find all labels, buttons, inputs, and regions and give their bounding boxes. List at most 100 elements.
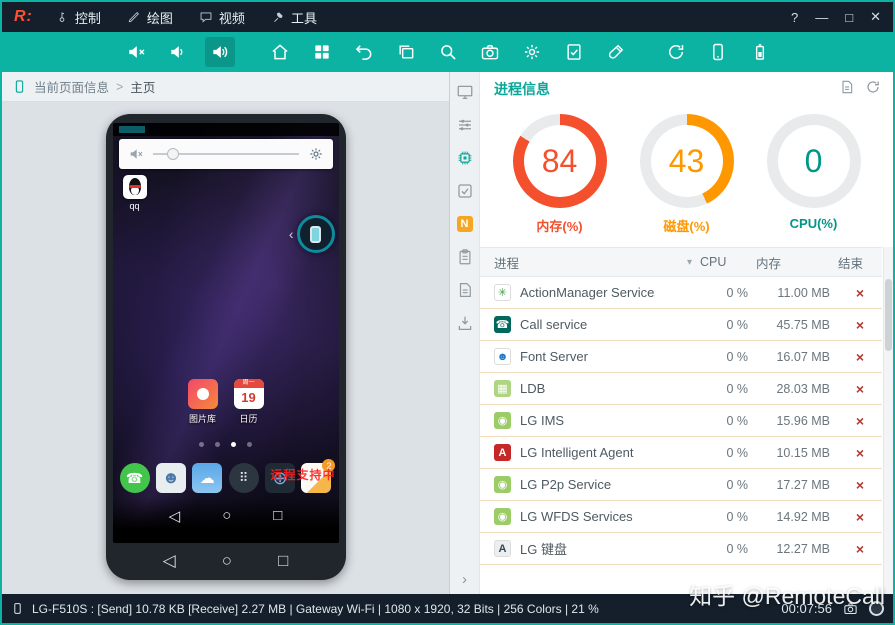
menu-video[interactable]: 视频 bbox=[199, 8, 245, 27]
breadcrumb-separator: > bbox=[116, 79, 124, 94]
header-memory[interactable]: 内存 bbox=[756, 253, 838, 272]
scrollbar-thumb[interactable] bbox=[885, 279, 892, 351]
kill-process-button[interactable]: × bbox=[856, 285, 864, 301]
menu-control-label: 控制 bbox=[74, 10, 101, 26]
panel-title: 进程信息 bbox=[494, 81, 550, 97]
table-row[interactable]: ◉ LG WFDS Services 0 % 14.92 MB × bbox=[480, 501, 882, 533]
home-button[interactable]: ○ bbox=[222, 507, 231, 525]
process-name: LG IMS bbox=[520, 413, 565, 428]
kill-process-button[interactable]: × bbox=[856, 317, 864, 333]
table-row[interactable]: ☻ Font Server 0 % 16.07 MB × bbox=[480, 341, 882, 373]
page-indicator bbox=[113, 442, 339, 447]
record-button[interactable] bbox=[869, 601, 884, 616]
table-row[interactable]: ☎ Call service 0 % 45.75 MB × bbox=[480, 309, 882, 341]
table-row[interactable]: ▦ LDB 0 % 28.03 MB × bbox=[480, 373, 882, 405]
kill-process-button[interactable]: × bbox=[856, 445, 864, 461]
gallery-app[interactable]: 图片库 bbox=[187, 379, 218, 425]
breadcrumb-home[interactable]: 主页 bbox=[130, 77, 155, 96]
bezel-back-button[interactable]: ◁ bbox=[163, 551, 176, 571]
menu-tools[interactable]: 工具 bbox=[271, 8, 317, 27]
kill-process-button[interactable]: × bbox=[856, 541, 864, 557]
refresh-icon[interactable] bbox=[661, 37, 691, 67]
table-row[interactable]: ✳ ActionManager Service 0 % 11.00 MB × bbox=[480, 277, 882, 309]
muted-speaker-icon[interactable] bbox=[128, 146, 144, 162]
qq-app-icon[interactable]: qq bbox=[122, 175, 147, 211]
side-tab-process-info[interactable] bbox=[455, 148, 475, 168]
side-tab-screen-info[interactable] bbox=[455, 82, 475, 102]
table-row[interactable]: ◉ LG P2p Service 0 % 17.27 MB × bbox=[480, 469, 882, 501]
process-name: LG P2p Service bbox=[520, 477, 612, 492]
volume-slider[interactable] bbox=[152, 148, 299, 160]
volume-slider-knob[interactable] bbox=[167, 148, 180, 160]
battery-icon[interactable] bbox=[745, 37, 775, 67]
assistive-touch-button[interactable] bbox=[296, 215, 335, 253]
dock-weather-icon[interactable]: ☁ bbox=[192, 463, 223, 493]
side-tab-device-controls[interactable] bbox=[455, 115, 475, 135]
home-icon[interactable] bbox=[265, 37, 295, 67]
kill-process-button[interactable]: × bbox=[856, 381, 864, 397]
table-row[interactable]: ◉ LG IMS 0 % 15.96 MB × bbox=[480, 405, 882, 437]
panel-header-icons bbox=[839, 79, 881, 100]
volume-low-icon[interactable] bbox=[163, 37, 193, 67]
kill-process-button[interactable]: × bbox=[856, 477, 864, 493]
apps-grid-icon[interactable] bbox=[307, 37, 337, 67]
calendar-app[interactable]: 周一 19 日历 bbox=[233, 379, 264, 425]
settings-icon[interactable] bbox=[517, 37, 547, 67]
phone-rotate-icon[interactable] bbox=[703, 37, 733, 67]
recents-button[interactable]: □ bbox=[273, 507, 282, 525]
side-tab-permissions[interactable] bbox=[455, 181, 475, 201]
sort-caret-icon[interactable]: ▾ bbox=[687, 257, 692, 268]
statusbar-phone-icon bbox=[11, 602, 24, 615]
screenshot-camera-icon[interactable] bbox=[843, 601, 858, 616]
kill-process-button[interactable]: × bbox=[856, 413, 864, 429]
gauges: 84 内存(%) 43 磁盘(%) 0 CPU(%) bbox=[480, 104, 893, 239]
search-icon[interactable] bbox=[433, 37, 463, 67]
refresh-panel-button[interactable] bbox=[865, 79, 881, 100]
help-button[interactable]: ? bbox=[791, 10, 798, 25]
chat-bubble-icon bbox=[199, 10, 213, 24]
side-tab-logs[interactable] bbox=[455, 280, 475, 300]
phone-screen[interactable]: qq ‹ 图片库 周一 19 日历 ☎ ☻ ☁ ⠿ ⊕ 2 远程支持中 ◁ ○ … bbox=[112, 123, 339, 543]
back-button[interactable]: ◁ bbox=[169, 507, 181, 525]
bezel-recents-button[interactable]: □ bbox=[278, 551, 288, 571]
header-end[interactable]: 结束 bbox=[838, 253, 882, 272]
table-scrollbar[interactable] bbox=[883, 247, 893, 594]
draw-brush-icon[interactable] bbox=[601, 37, 631, 67]
dock-phone-icon[interactable]: ☎ bbox=[119, 463, 150, 493]
side-tab-import[interactable] bbox=[455, 313, 475, 333]
volume-high-icon[interactable] bbox=[204, 37, 235, 67]
volume-mute-icon[interactable] bbox=[121, 37, 151, 67]
volume-settings-icon[interactable] bbox=[308, 146, 324, 162]
kill-process-button[interactable]: × bbox=[856, 509, 864, 525]
statusbar-right: 00:07:56 bbox=[781, 601, 884, 616]
menu-draw[interactable]: 绘图 bbox=[127, 8, 173, 27]
collapse-arrow-icon[interactable]: ‹ bbox=[289, 227, 294, 241]
header-cpu[interactable]: CPU bbox=[700, 255, 756, 269]
table-row[interactable]: A LG 键盘 0 % 12.27 MB × bbox=[480, 533, 882, 565]
windows-icon[interactable] bbox=[391, 37, 421, 67]
dock-app-drawer-icon[interactable]: ⠿ bbox=[228, 463, 259, 493]
kill-process-button[interactable]: × bbox=[856, 349, 864, 365]
expand-panel-button[interactable]: › bbox=[462, 571, 467, 588]
bezel-home-button[interactable]: ○ bbox=[222, 551, 232, 571]
tasks-check-icon[interactable] bbox=[559, 37, 589, 67]
gauge-disk: 43 磁盘(%) bbox=[639, 114, 734, 235]
side-tab-clipboard[interactable] bbox=[455, 247, 475, 267]
process-table: 进程 ▾ CPU 内存 结束 ✳ ActionManager Service 0 %… bbox=[480, 247, 893, 594]
menu-control[interactable]: 控制 bbox=[55, 8, 101, 27]
close-button[interactable]: ✕ bbox=[870, 9, 881, 25]
breadcrumb-page-info[interactable]: 当前页面信息 bbox=[34, 77, 109, 96]
table-row[interactable]: A LG Intelligent Agent 0 % 10.15 MB × bbox=[480, 437, 882, 469]
maximize-button[interactable]: □ bbox=[845, 10, 853, 25]
tools-icon bbox=[271, 10, 285, 24]
minimize-button[interactable]: — bbox=[815, 10, 828, 25]
export-report-button[interactable] bbox=[839, 79, 855, 100]
header-process[interactable]: 进程 bbox=[494, 253, 519, 272]
dock-contacts-icon[interactable]: ☻ bbox=[155, 463, 186, 493]
screenshot-icon[interactable] bbox=[475, 37, 505, 67]
lg-keyboard-icon: A bbox=[494, 540, 511, 557]
undo-icon[interactable] bbox=[349, 37, 379, 67]
toolbar bbox=[2, 32, 893, 72]
process-memory: 16.07 MB bbox=[776, 349, 830, 364]
side-tab-notifications[interactable]: N bbox=[455, 214, 475, 234]
